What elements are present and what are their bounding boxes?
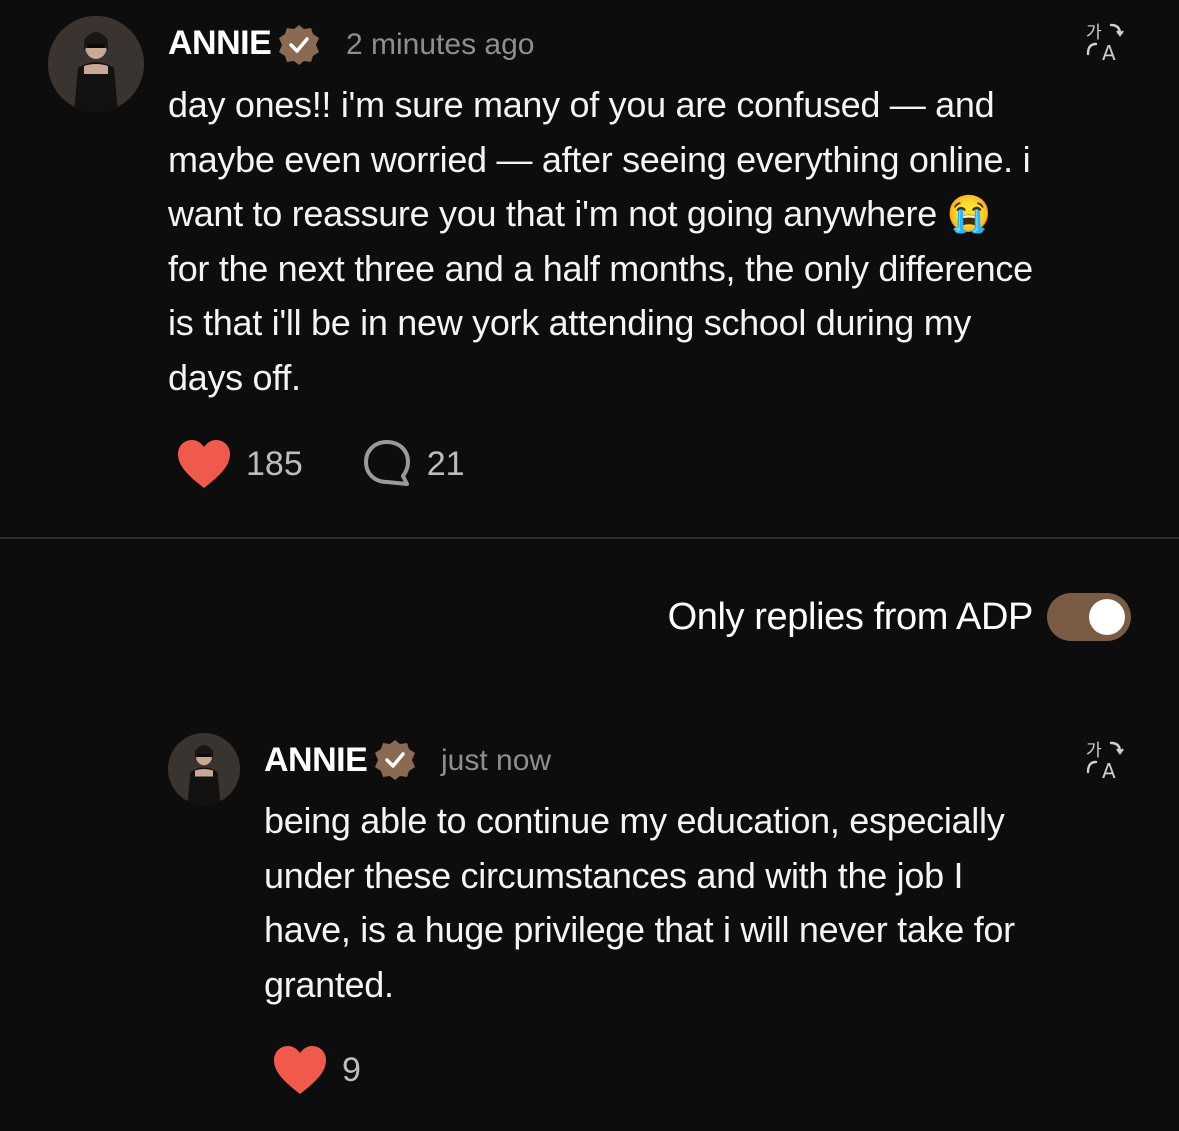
svg-text:가: 가 bbox=[1086, 741, 1102, 761]
post-actions: 185 21 bbox=[176, 438, 465, 490]
svg-text:A: A bbox=[1102, 41, 1116, 62]
translate-icon[interactable]: 가 A bbox=[1086, 740, 1128, 780]
reply-author-name[interactable]: ANNIE bbox=[264, 741, 368, 780]
svg-text:가: 가 bbox=[1086, 23, 1102, 43]
replies-filter: Only replies from ADP bbox=[668, 593, 1131, 641]
verified-badge-icon bbox=[375, 740, 415, 780]
only-replies-toggle[interactable] bbox=[1047, 593, 1131, 641]
avatar-photo bbox=[168, 733, 240, 805]
reply-avatar[interactable] bbox=[168, 733, 240, 805]
reply-text: being able to continue my education, esp… bbox=[264, 800, 1015, 1005]
reply-actions: 9 bbox=[272, 1044, 361, 1096]
avatar-photo bbox=[48, 16, 144, 112]
heart-icon[interactable] bbox=[272, 1044, 328, 1096]
toggle-knob bbox=[1089, 599, 1125, 635]
verified-badge-icon bbox=[279, 25, 319, 65]
like-count: 9 bbox=[342, 1050, 361, 1089]
comment-bubble-icon[interactable] bbox=[361, 438, 413, 490]
post-timestamp: 2 minutes ago bbox=[346, 28, 535, 61]
like-count: 185 bbox=[246, 444, 303, 483]
author-name[interactable]: ANNIE bbox=[168, 24, 272, 63]
avatar[interactable] bbox=[48, 16, 144, 112]
filter-label: Only replies from ADP bbox=[667, 595, 1034, 638]
comment-count: 21 bbox=[426, 444, 465, 483]
divider bbox=[0, 537, 1179, 539]
reply-timestamp: just now bbox=[441, 744, 552, 777]
translate-icon[interactable]: 가 A bbox=[1086, 22, 1128, 62]
svg-text:A: A bbox=[1102, 759, 1116, 780]
post-text: day ones!! i'm sure many of you are conf… bbox=[168, 84, 1033, 398]
heart-icon[interactable] bbox=[176, 438, 232, 490]
